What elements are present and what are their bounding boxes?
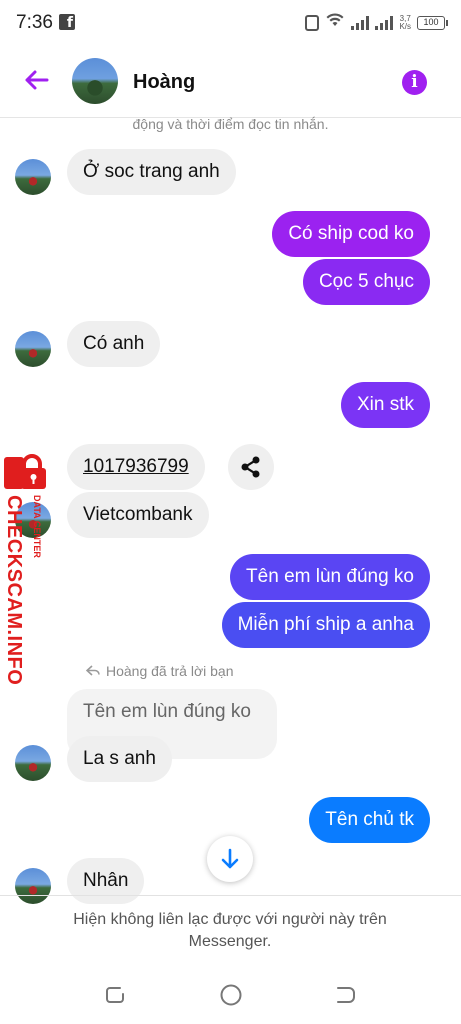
recent-apps-button[interactable] <box>102 982 128 1008</box>
avatar[interactable] <box>15 868 51 904</box>
arrow-left-icon <box>25 70 49 90</box>
network-speed: 3,7 K/s <box>399 14 411 31</box>
avatar[interactable] <box>15 159 51 195</box>
chat-header: Hoàng i <box>0 46 461 118</box>
net-speed-unit: K/s <box>399 21 411 31</box>
message-bubble-incoming[interactable]: Nhân <box>67 858 145 904</box>
status-bar: 7:36 f 3,7 K/s 100 <box>0 0 461 46</box>
watermark-text: CHECKSCAM.INFO <box>3 495 25 686</box>
recent-apps-icon <box>106 987 124 1003</box>
unavailable-notice-line2: Messenger. <box>188 933 272 950</box>
contact-name[interactable]: Hoàng <box>133 71 195 94</box>
share-icon <box>241 456 260 478</box>
unavailable-notice-line1: Hiện không liên lạc được với người này t… <box>73 911 387 928</box>
back-nav-button[interactable] <box>333 982 359 1008</box>
message-bubble-outgoing[interactable]: Tên chủ tk <box>309 797 430 843</box>
message-bubble-outgoing[interactable]: Có ship cod ko <box>272 211 430 257</box>
system-nav-bar <box>0 970 461 1024</box>
message-bubble-incoming[interactable]: Vietcombank <box>67 492 209 538</box>
message-bubble-outgoing[interactable]: Miễn phí ship a anha <box>221 602 430 648</box>
scroll-to-bottom-button[interactable] <box>207 836 253 882</box>
vibrate-icon <box>305 14 320 31</box>
lock-icon <box>4 454 46 489</box>
message-bubble-outgoing[interactable]: Cọc 5 chục <box>302 259 430 305</box>
watermark: CHECKSCAM.INFO DATA CENTER <box>2 454 50 685</box>
signal-icon-2 <box>375 15 394 30</box>
avatar[interactable] <box>15 745 51 781</box>
contact-avatar[interactable] <box>72 58 118 104</box>
status-icons: 3,7 K/s 100 <box>305 12 448 33</box>
status-time: 7:36 <box>16 12 53 33</box>
info-button[interactable]: i <box>402 70 427 95</box>
reply-label: Hoàng đã trả lời bạn <box>85 663 234 679</box>
watermark-subtext: DATA CENTER <box>32 495 42 558</box>
facebook-notification-icon: f <box>59 14 75 31</box>
info-icon: i <box>411 72 418 92</box>
reply-icon <box>85 663 100 679</box>
back-nav-icon <box>337 987 355 1003</box>
home-icon <box>220 984 242 1006</box>
footer-divider <box>0 895 461 896</box>
signal-icon <box>351 15 370 30</box>
battery-icon: 100 <box>417 15 448 30</box>
back-button[interactable] <box>20 64 52 96</box>
reply-label-text: Hoàng đã trả lời bạn <box>106 663 234 679</box>
encryption-notice: động và thời điểm đọc tin nhắn. <box>132 116 329 132</box>
share-button[interactable] <box>228 444 274 490</box>
message-bubble-incoming[interactable]: La s anh <box>67 736 172 782</box>
message-bubble-incoming[interactable]: Ở soc trang anh <box>67 149 236 195</box>
wifi-icon <box>325 12 345 33</box>
message-bubble-outgoing[interactable]: Xin stk <box>340 382 430 428</box>
message-bubble-outgoing[interactable]: Tên em lùn đúng ko <box>230 554 430 600</box>
home-button[interactable] <box>218 982 244 1008</box>
unavailable-notice: Hiện không liên lạc được với người này t… <box>30 909 430 953</box>
arrow-down-icon <box>221 848 239 869</box>
avatar[interactable] <box>15 331 51 367</box>
message-bubble-account-number[interactable]: 1017936799 <box>67 444 205 490</box>
message-bubble-incoming[interactable]: Có anh <box>67 321 161 367</box>
